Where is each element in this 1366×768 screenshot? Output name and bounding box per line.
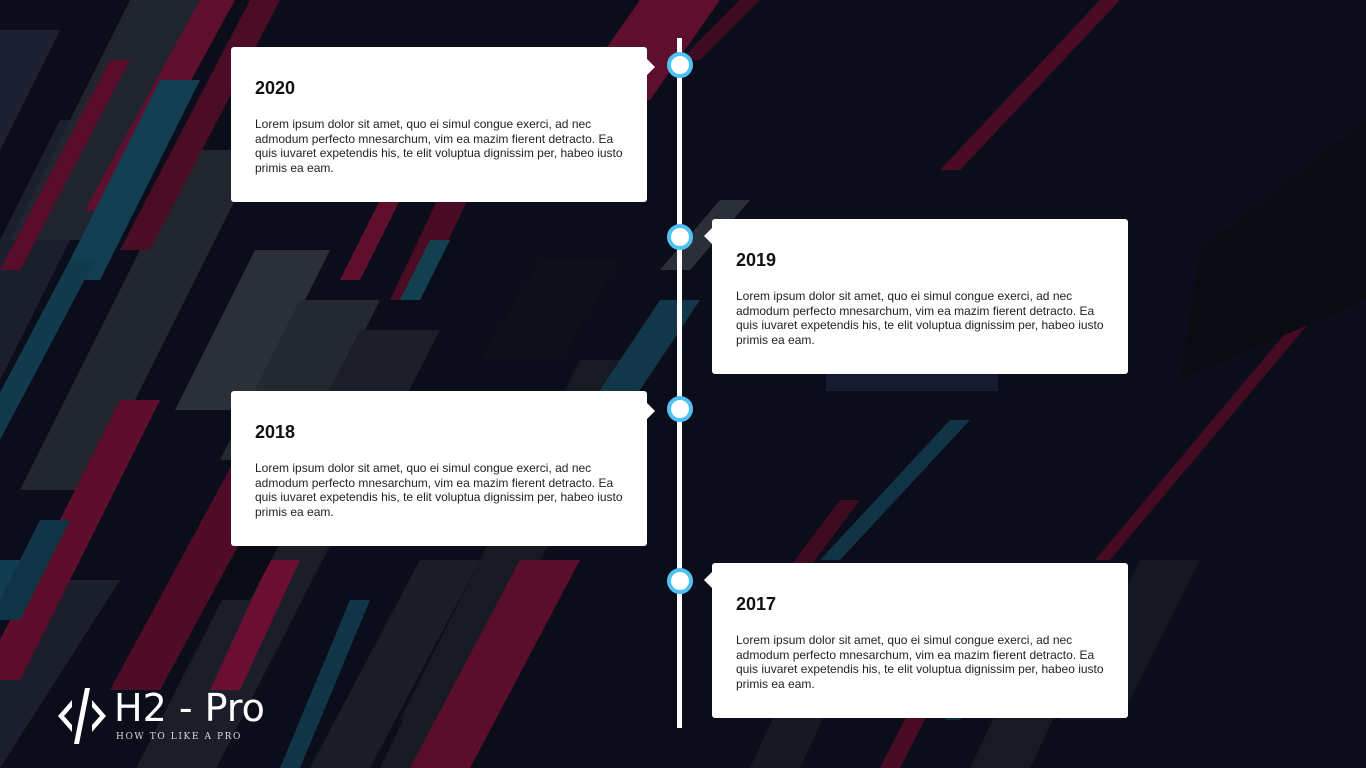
timeline-dot-2018 — [667, 396, 693, 422]
card-year: 2020 — [255, 78, 296, 98]
timeline-card-2018: 2018 Lorem ipsum dolor sit amet, quo ei … — [231, 391, 655, 546]
watermark-label — [826, 371, 998, 391]
card-text: Lorem ipsum dolor sit amet, quo ei simul… — [255, 461, 623, 519]
brand-logo: H2 - Pro HOW TO LIKE A PRO — [54, 684, 284, 748]
card-text: Lorem ipsum dolor sit amet, quo ei simul… — [736, 633, 1104, 691]
timeline-dot-2019 — [667, 224, 693, 250]
timeline-card-2017: 2017 Lorem ipsum dolor sit amet, quo ei … — [704, 563, 1128, 718]
timeline-line — [677, 38, 682, 728]
brand-title: H2 - Pro — [114, 686, 265, 730]
timeline-card-2020: 2020 Lorem ipsum dolor sit amet, quo ei … — [231, 47, 655, 202]
timeline-page: 2020 Lorem ipsum dolor sit amet, quo ei … — [0, 0, 1366, 768]
card-year: 2018 — [255, 422, 296, 442]
card-text: Lorem ipsum dolor sit amet, quo ei simul… — [255, 117, 623, 175]
timeline-card-2019: 2019 Lorem ipsum dolor sit amet, quo ei … — [704, 219, 1128, 374]
card-text: Lorem ipsum dolor sit amet, quo ei simul… — [736, 289, 1104, 347]
card-year: 2017 — [736, 594, 777, 614]
brand-subtitle: HOW TO LIKE A PRO — [116, 732, 243, 742]
code-brackets-icon — [58, 688, 106, 744]
timeline-dot-2017 — [667, 568, 693, 594]
card-year: 2019 — [736, 250, 777, 270]
background-stripes — [0, 0, 1366, 768]
timeline-dot-2020 — [667, 52, 693, 78]
